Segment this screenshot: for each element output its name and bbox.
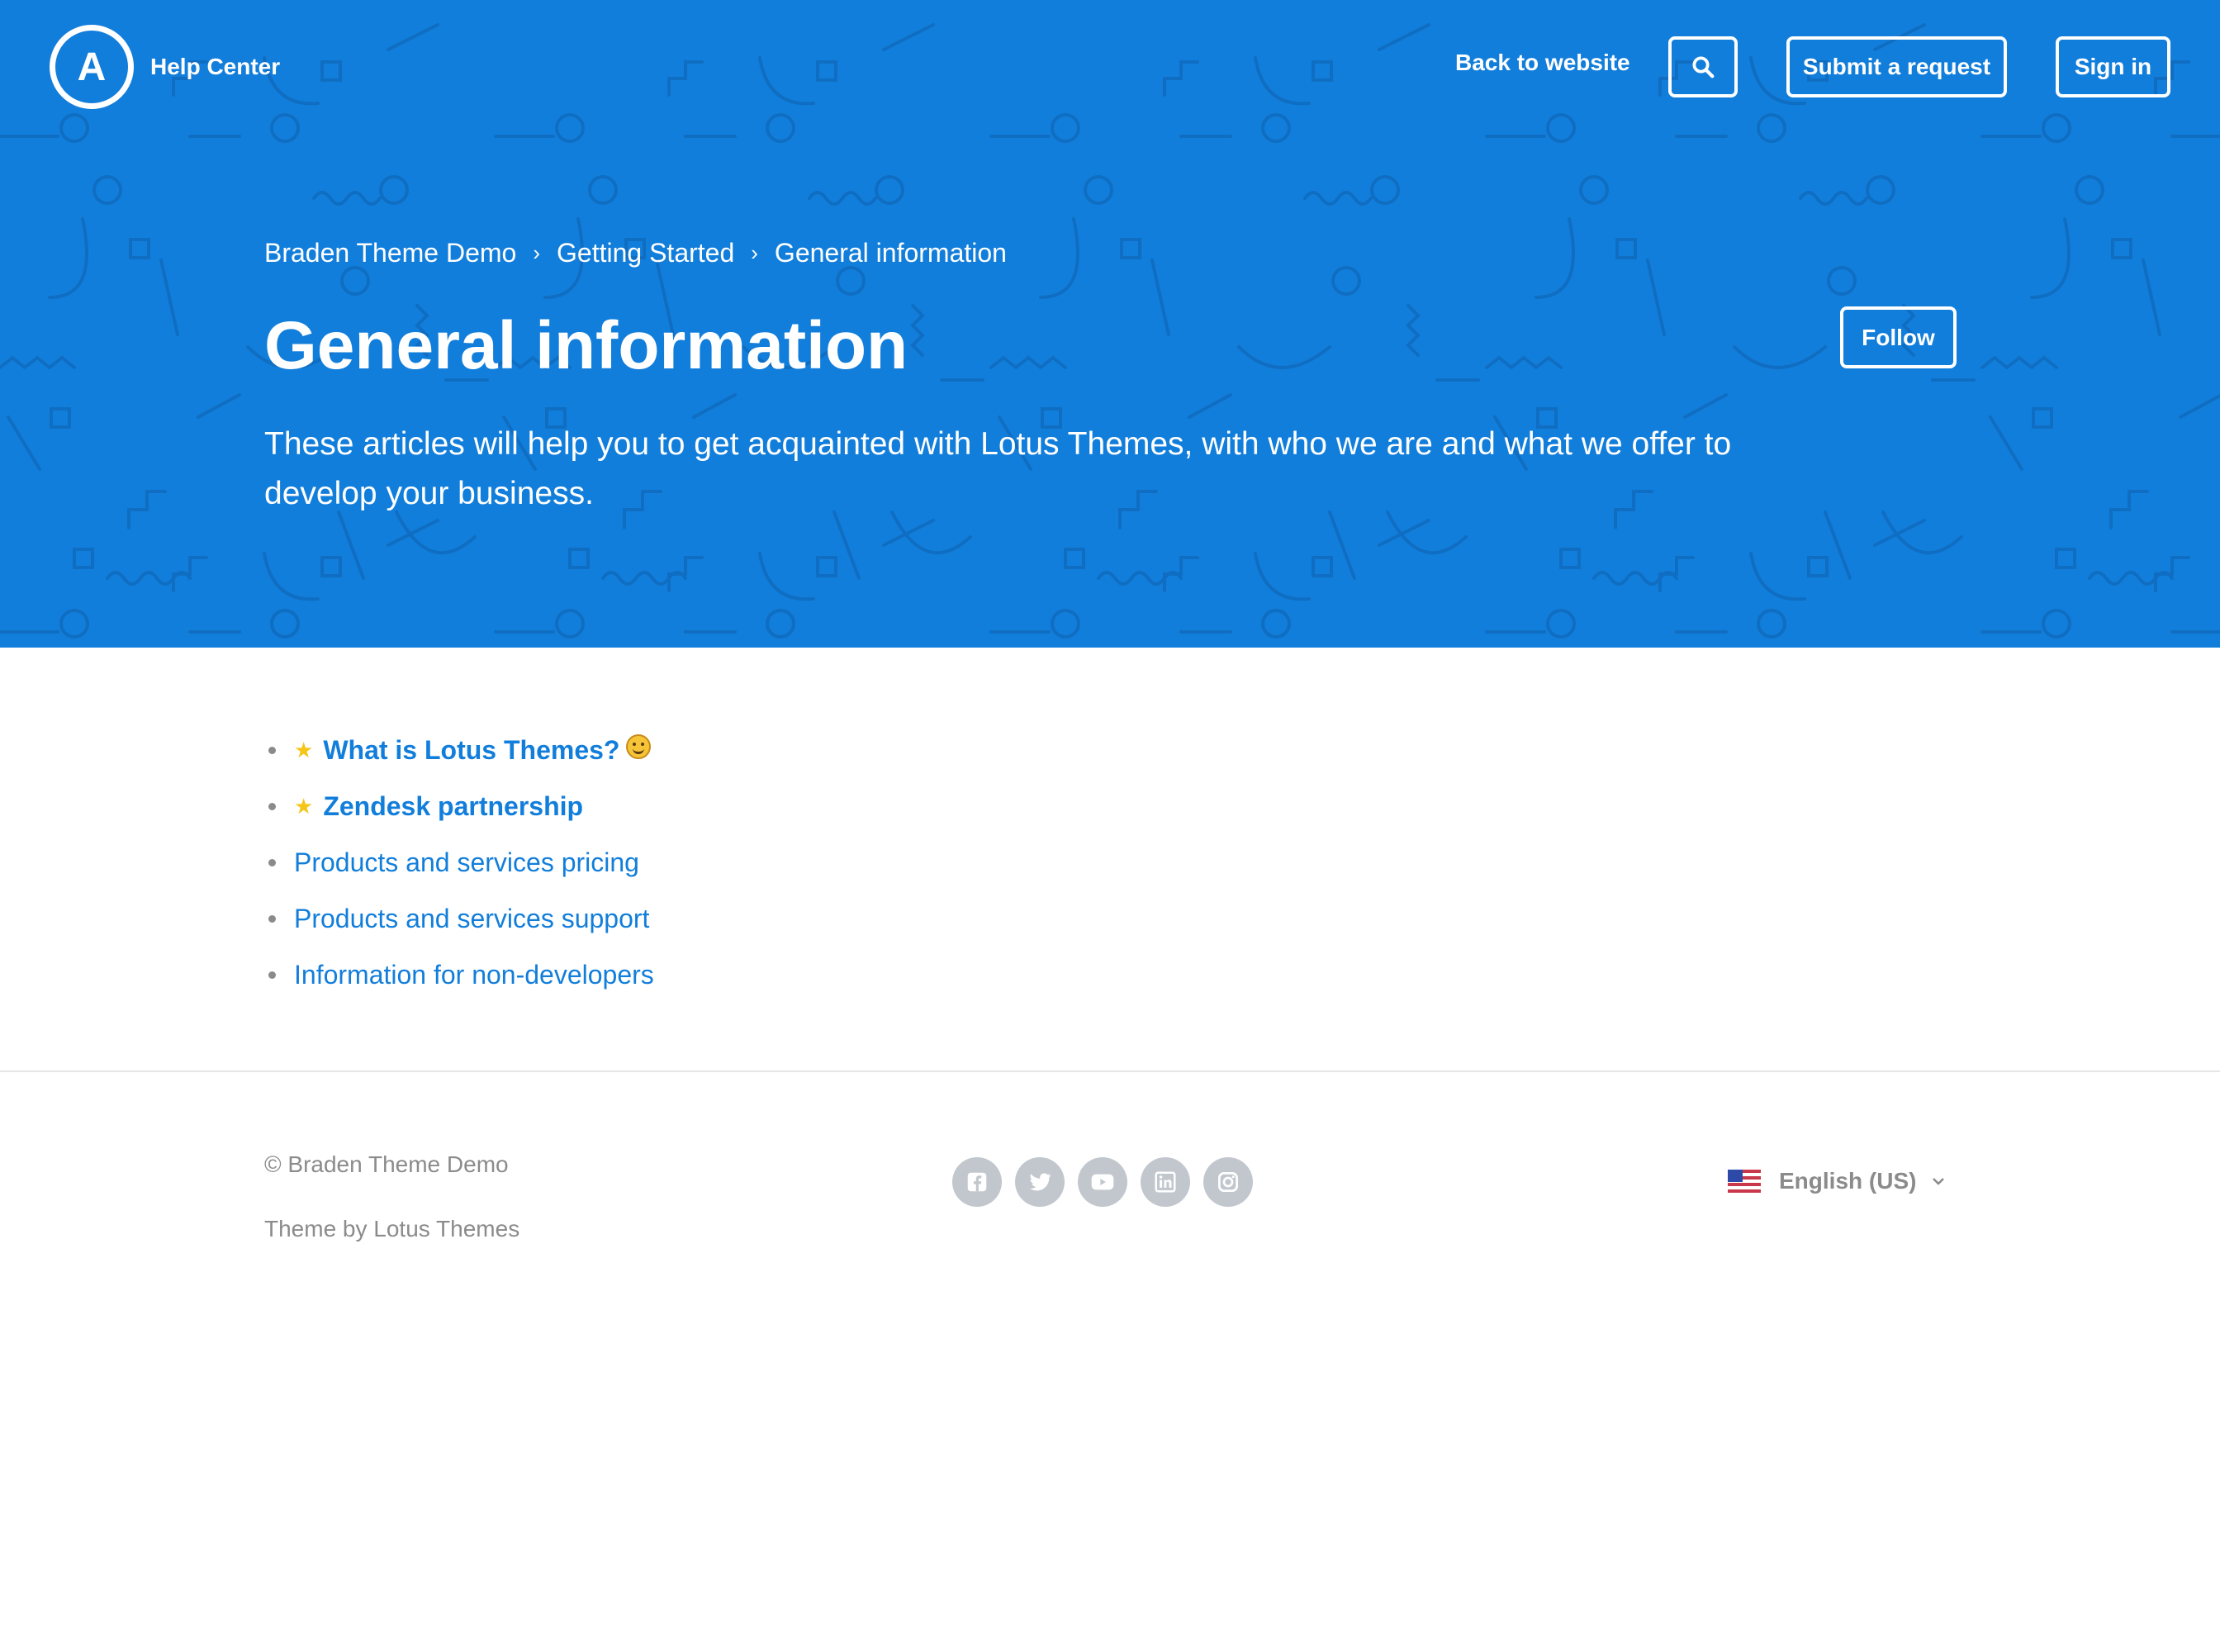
submit-request-button[interactable]: Submit a request: [1786, 36, 2007, 97]
star-icon: ★: [294, 737, 314, 762]
back-to-website-link[interactable]: Back to website: [1455, 50, 1630, 76]
star-icon: ★: [294, 793, 314, 819]
logo-letter: A: [77, 45, 107, 89]
breadcrumb: Braden Theme Demo › Getting Started › Ge…: [264, 238, 1007, 268]
footer-theme-credit: Theme by Lotus Themes: [264, 1216, 520, 1241]
page-title: General information: [264, 308, 908, 383]
youtube-icon: [1091, 1174, 1114, 1190]
article-link[interactable]: Zendesk partnership: [323, 791, 583, 822]
bullet: [268, 858, 276, 866]
list-item: ★ Zendesk partnership: [264, 778, 654, 834]
list-item: ★ What is Lotus Themes?: [264, 722, 654, 778]
language-selector[interactable]: English (US): [1728, 1168, 1946, 1194]
bullet: [268, 802, 276, 810]
social-links: [952, 1157, 1266, 1207]
list-item: Information for non-developers: [264, 947, 654, 1003]
article-list: ★ What is Lotus Themes? ★ Zendesk partne…: [264, 722, 654, 1003]
facebook-icon: [967, 1172, 987, 1192]
us-flag-icon: [1728, 1170, 1761, 1193]
instagram-icon: [1218, 1172, 1238, 1192]
list-item: Products and services pricing: [264, 834, 654, 890]
language-label: English (US): [1779, 1168, 1917, 1194]
hero-banner: A Help Center Back to website Submit a r…: [0, 0, 2220, 648]
list-item: Products and services support: [264, 890, 654, 947]
follow-button[interactable]: Follow: [1840, 306, 1957, 368]
sign-in-button[interactable]: Sign in: [2056, 36, 2170, 97]
twitter-link[interactable]: [1015, 1157, 1065, 1207]
linkedin-link[interactable]: [1141, 1157, 1190, 1207]
breadcrumb-item-category[interactable]: Getting Started: [557, 238, 734, 268]
article-link[interactable]: Products and services support: [294, 904, 649, 934]
breadcrumb-separator: ›: [533, 240, 541, 265]
breadcrumb-item-section[interactable]: General information: [775, 238, 1007, 268]
bullet: [268, 746, 276, 754]
chevron-down-icon: [1933, 1178, 1945, 1185]
bullet: [268, 971, 276, 979]
youtube-link[interactable]: [1078, 1157, 1127, 1207]
twitter-icon: [1030, 1173, 1051, 1191]
footer-divider: [0, 1070, 2220, 1072]
help-center-logo-link[interactable]: A Help Center: [50, 25, 280, 109]
search-button[interactable]: [1668, 36, 1738, 97]
smiling-face-emoji-icon: [626, 734, 652, 759]
bullet: [268, 914, 276, 923]
footer-copyright: © Braden Theme Demo: [264, 1151, 509, 1177]
linkedin-icon: [1155, 1171, 1176, 1193]
facebook-link[interactable]: [952, 1157, 1002, 1207]
breadcrumb-separator: ›: [751, 240, 758, 265]
search-icon: [1692, 56, 1715, 78]
top-navigation: A Help Center Back to website Submit a r…: [0, 0, 2220, 135]
logo-icon: A: [50, 25, 134, 109]
article-link[interactable]: Products and services pricing: [294, 847, 639, 878]
section-description: These articles will help you to get acqu…: [264, 426, 1732, 511]
breadcrumb-item-home[interactable]: Braden Theme Demo: [264, 238, 516, 268]
article-link[interactable]: Information for non-developers: [294, 960, 654, 990]
article-link[interactable]: What is Lotus Themes?: [323, 735, 619, 766]
instagram-link[interactable]: [1203, 1157, 1253, 1207]
logo-text: Help Center: [150, 54, 281, 79]
